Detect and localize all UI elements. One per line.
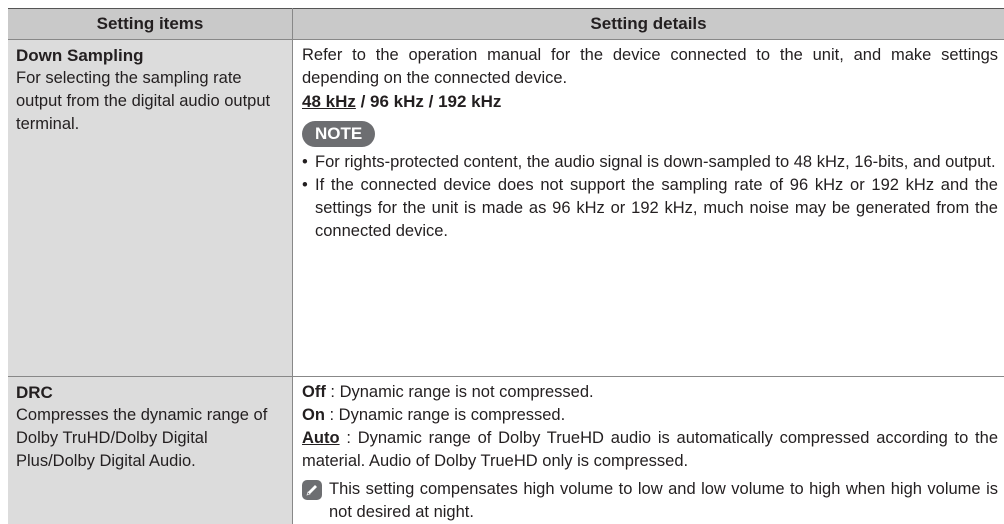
drc-tip-text: This setting compensates high volume to … — [329, 478, 998, 524]
down-sampling-description: For selecting the sampling rate output f… — [16, 67, 278, 136]
drc-detail-cell: Off : Dynamic range is not compressed. O… — [293, 377, 1004, 524]
drc-option-off-text: : Dynamic range is not compressed. — [326, 383, 594, 401]
header-setting-details: Setting details — [293, 9, 1004, 40]
note-list: • For rights-protected content, the audio… — [302, 151, 998, 243]
drc-option-off: Off : Dynamic range is not compressed. — [302, 381, 998, 404]
bullet-icon: • — [302, 174, 308, 197]
note-item: • If the connected device does not suppor… — [302, 174, 998, 243]
header-setting-items: Setting items — [8, 9, 293, 40]
table-row-drc: DRC Compresses the dynamic range of Dolb… — [8, 377, 1004, 524]
down-sampling-item-cell: Down Sampling For selecting the sampling… — [8, 40, 293, 377]
option-other-rates: / 96 kHz / 192 kHz — [356, 92, 502, 111]
drc-title: DRC — [16, 381, 292, 404]
drc-option-auto-text: : Dynamic range of Dolby TrueHD audio is… — [302, 429, 998, 470]
drc-option-on-text: : Dynamic range is compressed. — [325, 406, 565, 424]
down-sampling-detail-text: Refer to the operation manual for the de… — [302, 44, 998, 90]
down-sampling-options: 48 kHz / 96 kHz / 192 kHz — [302, 90, 998, 113]
drc-option-auto: Auto : Dynamic range of Dolby TrueHD aud… — [302, 427, 998, 473]
settings-table: Setting items Setting details Down Sampl… — [8, 8, 1004, 524]
option-default-48khz: 48 kHz — [302, 92, 356, 111]
note-text: For rights-protected content, the audio … — [315, 153, 996, 171]
drc-option-on: On : Dynamic range is compressed. — [302, 404, 998, 427]
note-item: • For rights-protected content, the audio… — [302, 151, 998, 174]
down-sampling-detail-cell: Refer to the operation manual for the de… — [293, 40, 1004, 377]
table-header-row: Setting items Setting details — [8, 9, 1004, 40]
drc-description: Compresses the dynamic range of Dolby Tr… — [16, 404, 278, 473]
drc-tip: This setting compensates high volume to … — [302, 478, 998, 524]
table-row-down-sampling: Down Sampling For selecting the sampling… — [8, 40, 1004, 377]
bullet-icon: • — [302, 151, 308, 174]
drc-item-cell: DRC Compresses the dynamic range of Dolb… — [8, 377, 293, 524]
note-text: If the connected device does not support… — [315, 176, 998, 240]
settings-document: Setting items Setting details Down Sampl… — [8, 8, 1004, 524]
pencil-icon — [302, 480, 322, 500]
down-sampling-title: Down Sampling — [16, 44, 292, 67]
note-badge: NOTE — [302, 121, 375, 147]
drc-option-off-name: Off — [302, 383, 326, 401]
note-heading: NOTE — [302, 121, 998, 147]
drc-option-auto-name: Auto — [302, 429, 340, 447]
drc-option-on-name: On — [302, 406, 325, 424]
